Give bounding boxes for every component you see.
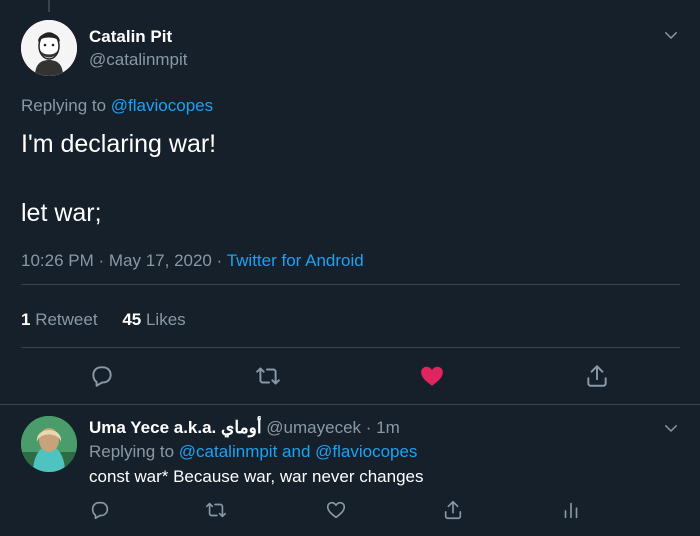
share-icon[interactable] xyxy=(584,363,610,389)
share-icon[interactable] xyxy=(442,499,464,521)
tweet-text-line-1: I'm declaring war! xyxy=(21,130,217,158)
chevron-down-icon[interactable] xyxy=(662,26,680,44)
reply-tweet[interactable]: Uma Yece a.k.a. أوماي @umayecek · 1m Rep… xyxy=(0,404,700,536)
retweet-count: 1 xyxy=(21,310,31,329)
reply-icon[interactable] xyxy=(89,363,115,389)
like-stat[interactable]: 45 Likes xyxy=(122,310,185,329)
heart-icon[interactable] xyxy=(325,499,347,521)
author-handle[interactable]: @catalinmpit xyxy=(89,50,188,70)
retweet-icon[interactable] xyxy=(205,499,227,521)
reply-header: Uma Yece a.k.a. أوماي @umayecek · 1m xyxy=(89,418,400,438)
avatar[interactable] xyxy=(21,20,77,76)
avatar[interactable] xyxy=(21,416,77,472)
retweet-stat[interactable]: 1 Retweet xyxy=(21,310,98,329)
tweet-meta: 10:26 PM · May 17, 2020 · Twitter for An… xyxy=(21,251,364,271)
reply-author-handle[interactable]: @umayecek xyxy=(266,418,361,437)
retweet-label: Retweet xyxy=(35,310,98,329)
reply-icon[interactable] xyxy=(89,499,111,521)
timestamp[interactable]: 10:26 PM · May 17, 2020 · xyxy=(21,251,222,270)
analytics-icon[interactable] xyxy=(560,499,582,521)
reply-replying-to-links[interactable]: @catalinmpit and @flaviocopes xyxy=(179,442,418,461)
reply-replying-to: Replying to @catalinmpit and @flaviocope… xyxy=(89,442,417,462)
divider xyxy=(21,284,680,285)
divider xyxy=(21,347,680,348)
reply-author-name[interactable]: Uma Yece a.k.a. أوماي xyxy=(89,418,262,437)
tweet-text-line-2: let war; xyxy=(21,199,102,227)
replying-prefix: Replying to xyxy=(21,96,107,115)
like-label: Likes xyxy=(145,310,186,329)
reply-time[interactable]: · 1m xyxy=(366,418,400,437)
source-link[interactable]: Twitter for Android xyxy=(227,251,364,270)
main-tweet: Catalin Pit @catalinmpit Replying to @fl… xyxy=(0,0,700,404)
retweet-icon[interactable] xyxy=(255,363,281,389)
reply-replying-prefix: Replying to xyxy=(89,442,175,461)
chevron-down-icon[interactable] xyxy=(662,419,680,437)
reply-text: const war* Because war, war never change… xyxy=(89,467,424,486)
heart-icon[interactable] xyxy=(419,363,445,389)
replying-to-link[interactable]: @flaviocopes xyxy=(111,96,213,115)
tweet-stats: 1 Retweet 45 Likes xyxy=(21,310,186,330)
replying-to: Replying to @flaviocopes xyxy=(21,96,213,116)
like-count: 45 xyxy=(122,310,142,329)
author-name[interactable]: Catalin Pit xyxy=(89,27,172,47)
